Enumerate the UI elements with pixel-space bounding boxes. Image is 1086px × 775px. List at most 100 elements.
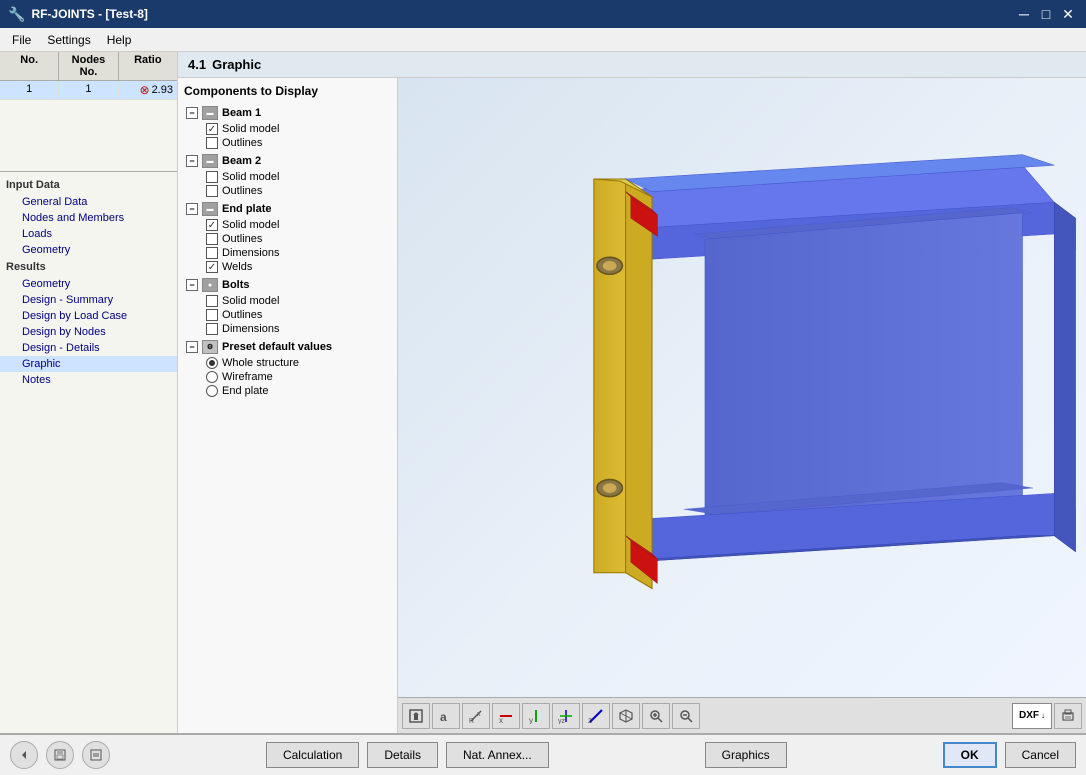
beam1-outlines-checkbox[interactable] bbox=[206, 137, 218, 149]
cancel-btn[interactable]: Cancel bbox=[1005, 742, 1076, 768]
tree-beam2-header: − ▬ Beam 2 bbox=[184, 152, 391, 170]
minimize-button[interactable]: ─ bbox=[1014, 4, 1034, 24]
beam1-solid-checkbox[interactable] bbox=[206, 123, 218, 135]
beam2-outlines-label: Outlines bbox=[222, 185, 262, 197]
close-button[interactable]: ✕ bbox=[1058, 4, 1078, 24]
right-content: Components to Display − ▬ Beam 1 Solid bbox=[178, 78, 1086, 733]
toolbar-left: a R x bbox=[402, 703, 700, 729]
tree-expand-bolts[interactable]: − bbox=[186, 279, 198, 291]
menu-file[interactable]: File bbox=[4, 31, 39, 49]
toolbar-axes-z-btn[interactable]: z bbox=[582, 703, 610, 729]
ok-btn[interactable]: OK bbox=[943, 742, 997, 768]
beam2-solid: Solid model bbox=[204, 170, 391, 184]
tree-expand-endplate[interactable]: − bbox=[186, 203, 198, 215]
table-area: No. Nodes No. Ratio 1 1 ⊗ 2.93 bbox=[0, 52, 177, 172]
menu-settings[interactable]: Settings bbox=[39, 31, 98, 49]
nav-save1-btn[interactable] bbox=[46, 741, 74, 769]
preset-whole: Whole structure bbox=[204, 356, 391, 370]
results-title: Results bbox=[0, 258, 177, 276]
nav-geometry-results[interactable]: Geometry bbox=[0, 276, 177, 292]
nav-save2-btn[interactable] bbox=[82, 741, 110, 769]
beam1-label: Beam 1 bbox=[222, 107, 261, 119]
beam1-icon: ▬ bbox=[202, 106, 218, 120]
toolbar-zoom-box-btn[interactable] bbox=[642, 703, 670, 729]
error-icon: ⊗ bbox=[140, 83, 150, 97]
endplate-outlines: Outlines bbox=[204, 232, 391, 246]
beam2-outlines-checkbox[interactable] bbox=[206, 185, 218, 197]
preset-icon: ⚙ bbox=[202, 340, 218, 354]
toolbar-zoom-out-btn[interactable] bbox=[672, 703, 700, 729]
beam2-label: Beam 2 bbox=[222, 155, 261, 167]
col-nodes: Nodes No. bbox=[59, 52, 118, 80]
radio-whole-structure[interactable] bbox=[206, 357, 218, 369]
toolbar-print-btn[interactable] bbox=[1054, 703, 1082, 729]
title-bar-title: 🔧 RF-JOINTS - [Test-8] bbox=[8, 6, 148, 23]
radio-endplate[interactable] bbox=[206, 385, 218, 397]
beam2-children: Solid model Outlines bbox=[184, 170, 391, 198]
section-header: 4.1 Graphic bbox=[178, 52, 1086, 78]
bolts-outlines-checkbox[interactable] bbox=[206, 309, 218, 321]
tree-expand-preset[interactable]: − bbox=[186, 341, 198, 353]
main-layout: No. Nodes No. Ratio 1 1 ⊗ 2.93 bbox=[0, 52, 1086, 775]
nav-design-summary[interactable]: Design - Summary bbox=[0, 292, 177, 308]
beam1-solid: Solid model bbox=[204, 122, 391, 136]
nav-nodes-members[interactable]: Nodes and Members bbox=[0, 210, 177, 226]
nav-design-load-case[interactable]: Design by Load Case bbox=[0, 308, 177, 324]
toolbar-home-btn[interactable] bbox=[402, 703, 430, 729]
tree-expand-beam1[interactable]: − bbox=[186, 107, 198, 119]
nav-back-btn[interactable] bbox=[10, 741, 38, 769]
tree-endplate-header: − ▬ End plate bbox=[184, 200, 391, 218]
bolts-solid-checkbox[interactable] bbox=[206, 295, 218, 307]
endplate-solid-checkbox[interactable] bbox=[206, 219, 218, 231]
endplate-welds-label: Welds bbox=[222, 261, 252, 273]
preset-whole-label: Whole structure bbox=[222, 357, 299, 369]
nav-design-nodes[interactable]: Design by Nodes bbox=[0, 324, 177, 340]
table-row[interactable]: 1 1 ⊗ 2.93 bbox=[0, 81, 177, 100]
toolbar-text-btn[interactable]: a bbox=[432, 703, 460, 729]
svg-text:a: a bbox=[440, 710, 447, 724]
bolts-outlines-label: Outlines bbox=[222, 309, 262, 321]
cell-nodes: 1 bbox=[59, 81, 118, 99]
nav-loads[interactable]: Loads bbox=[0, 226, 177, 242]
tree-preset-header: − ⚙ Preset default values bbox=[184, 338, 391, 356]
view-toolbar: a R x bbox=[398, 697, 1086, 733]
toolbar-axes-x-btn[interactable]: x bbox=[492, 703, 520, 729]
toolbar-3d-box-btn[interactable] bbox=[612, 703, 640, 729]
dxf-export-btn[interactable]: DXF ↓ bbox=[1012, 703, 1052, 729]
nav-notes[interactable]: Notes bbox=[0, 372, 177, 388]
toolbar-axes-y-btn[interactable]: y bbox=[522, 703, 550, 729]
nav-geometry-input[interactable]: Geometry bbox=[0, 242, 177, 258]
beam2-solid-checkbox[interactable] bbox=[206, 171, 218, 183]
endplate-welds-checkbox[interactable] bbox=[206, 261, 218, 273]
endplate-dimensions-checkbox[interactable] bbox=[206, 247, 218, 259]
nav-graphic[interactable]: Graphic bbox=[0, 356, 177, 372]
radio-wireframe[interactable] bbox=[206, 371, 218, 383]
tree-expand-beam2[interactable]: − bbox=[186, 155, 198, 167]
tree-section-beam2: − ▬ Beam 2 Solid model Outlines bbox=[184, 152, 391, 198]
endplate-outlines-checkbox[interactable] bbox=[206, 233, 218, 245]
toolbar-axes-all-btn[interactable]: R x bbox=[462, 703, 490, 729]
preset-endplate: End plate bbox=[204, 384, 391, 398]
endplate-solid-label: Solid model bbox=[222, 219, 279, 231]
calculation-btn[interactable]: Calculation bbox=[266, 742, 359, 768]
canvas-area[interactable] bbox=[398, 78, 1086, 697]
table-header: No. Nodes No. Ratio bbox=[0, 52, 177, 81]
beam2-icon: ▬ bbox=[202, 154, 218, 168]
toolbar-right: DXF ↓ bbox=[1012, 703, 1082, 729]
maximize-button[interactable]: □ bbox=[1036, 4, 1056, 24]
preset-endplate-label: End plate bbox=[222, 385, 268, 397]
bolts-dimensions-checkbox[interactable] bbox=[206, 323, 218, 335]
preset-label: Preset default values bbox=[222, 341, 332, 353]
menu-help[interactable]: Help bbox=[99, 31, 140, 49]
svg-text:z: z bbox=[588, 716, 592, 724]
3d-view: a R x bbox=[398, 78, 1086, 733]
toolbar-axes-yz-btn[interactable]: yz bbox=[552, 703, 580, 729]
nav-design-details[interactable]: Design - Details bbox=[0, 340, 177, 356]
preset-wireframe-label: Wireframe bbox=[222, 371, 273, 383]
tree-section-preset: − ⚙ Preset default values Whole structur… bbox=[184, 338, 391, 398]
nav-general-data[interactable]: General Data bbox=[0, 194, 177, 210]
details-btn[interactable]: Details bbox=[367, 742, 438, 768]
nat-annex-btn[interactable]: Nat. Annex... bbox=[446, 742, 549, 768]
graphics-btn[interactable]: Graphics bbox=[705, 742, 787, 768]
preset-children: Whole structure Wireframe End plate bbox=[184, 356, 391, 398]
